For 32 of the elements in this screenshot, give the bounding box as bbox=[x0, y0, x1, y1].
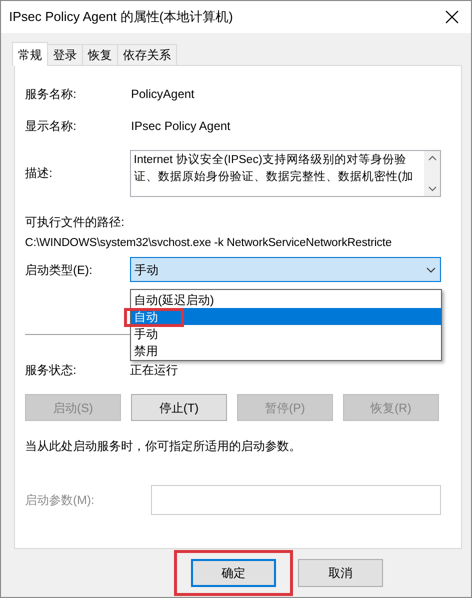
field-label: 服务状态: bbox=[25, 362, 78, 379]
window-title: IPsec Policy Agent 的属性(本地计算机) bbox=[9, 8, 233, 26]
field-label: 启动参数(M): bbox=[25, 492, 96, 509]
field-label: 描述: bbox=[25, 165, 54, 182]
hint-text: 当从此处启动服务时，你可指定所适用的启动参数。 bbox=[25, 438, 302, 455]
dropdown-option[interactable]: 自动 bbox=[131, 308, 441, 325]
field-label: 启动类型(E): bbox=[25, 262, 94, 278]
field-value: 正在运行 bbox=[130, 362, 178, 379]
tab[interactable]: 常规 bbox=[12, 42, 48, 66]
scroll-bar[interactable] bbox=[424, 151, 440, 196]
field-label: 可执行文件的路径: bbox=[25, 214, 126, 231]
dropdown-option[interactable]: 禁用 bbox=[131, 342, 441, 359]
tab[interactable]: 恢复 bbox=[83, 44, 118, 65]
close-icon[interactable] bbox=[445, 10, 459, 24]
dialog-button[interactable]: 取消 bbox=[298, 559, 383, 587]
service-button[interactable]: 停止(T) bbox=[131, 394, 227, 421]
startup-type-dropdown[interactable]: 手动 bbox=[130, 257, 441, 282]
field-value: PolicyAgent bbox=[131, 86, 194, 103]
chevron-down-icon[interactable] bbox=[428, 186, 436, 192]
field-value: IPsec Policy Agent bbox=[131, 118, 230, 135]
tab[interactable]: 依存关系 bbox=[118, 44, 177, 65]
field-label: 显示名称: bbox=[25, 118, 78, 135]
tab[interactable]: 登录 bbox=[48, 44, 83, 65]
dropdown-option[interactable]: 手动 bbox=[131, 325, 441, 342]
chevron-up-icon[interactable] bbox=[428, 155, 436, 161]
dropdown-option[interactable]: 自动(延迟启动) bbox=[131, 291, 441, 308]
dialog-button[interactable]: 确定 bbox=[191, 559, 276, 587]
field-label: 服务名称: bbox=[25, 86, 78, 103]
path-text: C:\WINDOWS\system32\svchost.exe -k NetworkServiceNetworkRestricte bbox=[25, 236, 393, 251]
description-text: Internet 协议安全(IPSec)支持网络级别的对等身份验证、数据原始身份验证、数据完整性、数据机密性(加 bbox=[132, 152, 415, 185]
description-box[interactable]: Internet 协议安全(IPSec)支持网络级别的对等身份验证、数据原始身份验证、数据完整性、数据机密性(加 bbox=[130, 150, 441, 197]
chevron-down-icon bbox=[426, 266, 436, 272]
